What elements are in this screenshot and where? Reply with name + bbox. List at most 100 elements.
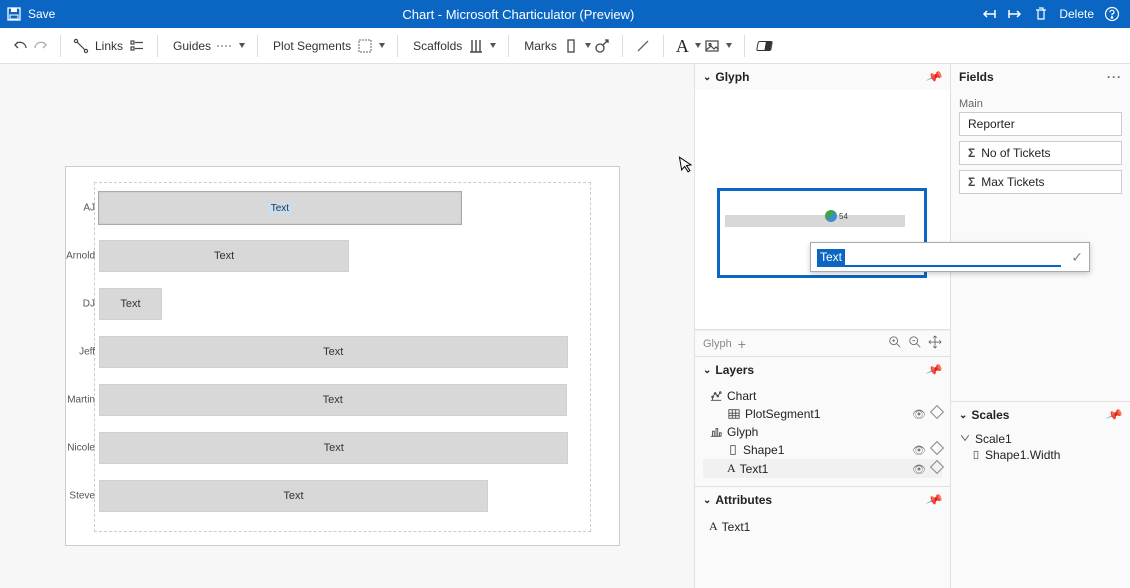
line-icon[interactable]	[635, 38, 651, 54]
symbol-icon[interactable]	[594, 38, 610, 54]
category-label: DJ	[83, 299, 99, 310]
field-max-tickets[interactable]: Max Tickets	[959, 170, 1122, 194]
marks-tool[interactable]: Marks	[516, 38, 615, 54]
layer-chart[interactable]: Chart	[703, 387, 942, 405]
trash-icon[interactable]	[1033, 6, 1049, 22]
erase-icon[interactable]	[930, 405, 944, 419]
chevron-down-icon[interactable]: ⌄	[703, 495, 711, 506]
category-label: Martin	[67, 395, 99, 406]
bar[interactable]: Text	[99, 480, 488, 512]
field-no-of-tickets[interactable]: No of Tickets	[959, 141, 1122, 165]
fields-panel-header[interactable]: Fields ···	[951, 64, 1130, 90]
glyph-foot: Glyph +	[695, 330, 950, 357]
plot-segments-tool[interactable]: Plot Segments	[265, 38, 390, 54]
window-title: Chart - Microsoft Charticulator (Preview…	[55, 7, 981, 22]
glyph-mini-label: 54	[839, 212, 848, 221]
pan-icon[interactable]	[928, 335, 942, 352]
bar[interactable]: Text	[99, 288, 162, 320]
arrow-from-left-icon[interactable]	[981, 6, 997, 22]
confirm-icon[interactable]: ✓	[1071, 249, 1083, 266]
redo-icon[interactable]	[32, 38, 48, 54]
attributes-current: A Text1	[703, 517, 942, 536]
category-label: Nicole	[67, 443, 99, 454]
fields-section-label: Main	[959, 98, 1122, 110]
attributes-panel-header[interactable]: ⌄ Attributes 📌	[695, 486, 950, 513]
zoom-in-icon[interactable]	[888, 335, 902, 352]
canvas[interactable]: AJ TextArnold TextDJ TextJeff TextMartin…	[0, 64, 694, 588]
save-icon[interactable]	[6, 6, 22, 22]
chart-frame[interactable]: AJ TextArnold TextDJ TextJeff TextMartin…	[65, 166, 620, 546]
text-edit-popup[interactable]: Text ✓	[810, 242, 1090, 272]
attributes-panel-title: Attributes	[715, 493, 772, 507]
legend-icon[interactable]	[129, 38, 145, 54]
chart-row[interactable]: AJ Text	[99, 192, 584, 224]
chart-row[interactable]: Jeff Text	[99, 336, 584, 368]
text-tool[interactable]: A	[671, 37, 737, 55]
delete-button[interactable]: Delete	[1059, 7, 1094, 21]
scale-item[interactable]: Scale1	[959, 432, 1122, 446]
image-icon[interactable]	[704, 38, 720, 54]
chart-row[interactable]: Martin Text	[99, 384, 584, 416]
data-connector-icon[interactable]	[825, 210, 837, 222]
pin-icon[interactable]: 📌	[925, 491, 944, 509]
bar[interactable]: Text	[99, 384, 567, 416]
chart-row[interactable]: DJ Text	[99, 288, 584, 320]
guides-tool[interactable]: Guides	[165, 38, 250, 54]
layer-plotsegment[interactable]: PlotSegment1	[703, 405, 942, 423]
layer-text1[interactable]: A Text1	[703, 459, 942, 478]
glyph-foot-label: Glyph	[703, 338, 732, 350]
add-glyph-icon[interactable]: +	[738, 336, 746, 352]
scales-panel-title: Scales	[971, 408, 1009, 422]
category-label: Jeff	[79, 347, 99, 358]
pin-icon[interactable]: 📌	[1105, 406, 1124, 424]
category-label: Steve	[69, 491, 99, 502]
chevron-down-icon[interactable]: ⌄	[959, 410, 967, 421]
category-label: Arnold	[66, 251, 99, 262]
arrow-from-right-icon[interactable]	[1007, 6, 1023, 22]
links-tool[interactable]: Links	[68, 38, 150, 54]
glyph-designer[interactable]: 54	[695, 90, 950, 330]
eye-icon[interactable]	[912, 462, 926, 476]
save-button[interactable]: Save	[28, 7, 55, 21]
layers-panel-header[interactable]: ⌄ Layers 📌	[695, 357, 950, 383]
layer-shape1[interactable]: Shape1	[703, 441, 942, 459]
pin-icon[interactable]: 📌	[925, 361, 944, 379]
chart-row[interactable]: Nicole Text	[99, 432, 584, 464]
layer-glyph[interactable]: Glyph	[703, 423, 942, 441]
chart-row[interactable]: Steve Text	[99, 480, 584, 512]
eye-icon[interactable]	[912, 407, 926, 421]
chevron-down-icon[interactable]	[585, 43, 591, 48]
scales-panel-header[interactable]: ⌄ Scales 📌	[951, 401, 1130, 428]
pin-icon[interactable]: 📌	[925, 68, 944, 86]
chevron-down-icon[interactable]	[490, 43, 496, 48]
eraser-tool[interactable]	[752, 41, 777, 51]
more-icon[interactable]: ···	[1107, 70, 1122, 84]
undo-icon[interactable]	[13, 38, 29, 54]
chevron-down-icon[interactable]	[695, 43, 701, 48]
erase-icon[interactable]	[930, 441, 944, 455]
scaffolds-tool[interactable]: Scaffolds	[405, 38, 501, 54]
glyph-bar[interactable]	[725, 215, 905, 227]
chart-row[interactable]: Arnold Text	[99, 240, 584, 272]
scale-binding[interactable]: Shape1.Width	[959, 446, 1122, 464]
help-icon[interactable]	[1104, 6, 1120, 22]
chevron-down-icon[interactable]	[239, 43, 245, 48]
text-edit-value[interactable]: Text	[817, 249, 845, 265]
chevron-down-icon[interactable]: ⌄	[703, 72, 711, 83]
erase-icon[interactable]	[930, 459, 944, 473]
glyph-panel-header[interactable]: ⌄ Glyph 📌	[695, 64, 950, 90]
toolbar: Links Guides Plot Segments Scaffolds Mar…	[0, 28, 1130, 64]
chevron-down-icon[interactable]	[379, 43, 385, 48]
bar[interactable]: Text	[99, 336, 568, 368]
bar[interactable]: Text	[99, 240, 349, 272]
field-reporter[interactable]: Reporter	[959, 112, 1122, 136]
bar-text-mark[interactable]: Text	[269, 203, 291, 214]
chevron-down-icon[interactable]	[726, 43, 732, 48]
glyph-panel-title: Glyph	[715, 70, 749, 84]
eye-icon[interactable]	[912, 443, 926, 457]
bar[interactable]: Text	[99, 192, 461, 224]
zoom-out-icon[interactable]	[908, 335, 922, 352]
chevron-down-icon[interactable]: ⌄	[703, 365, 711, 376]
bar[interactable]: Text	[99, 432, 568, 464]
layers-panel-title: Layers	[715, 363, 754, 377]
